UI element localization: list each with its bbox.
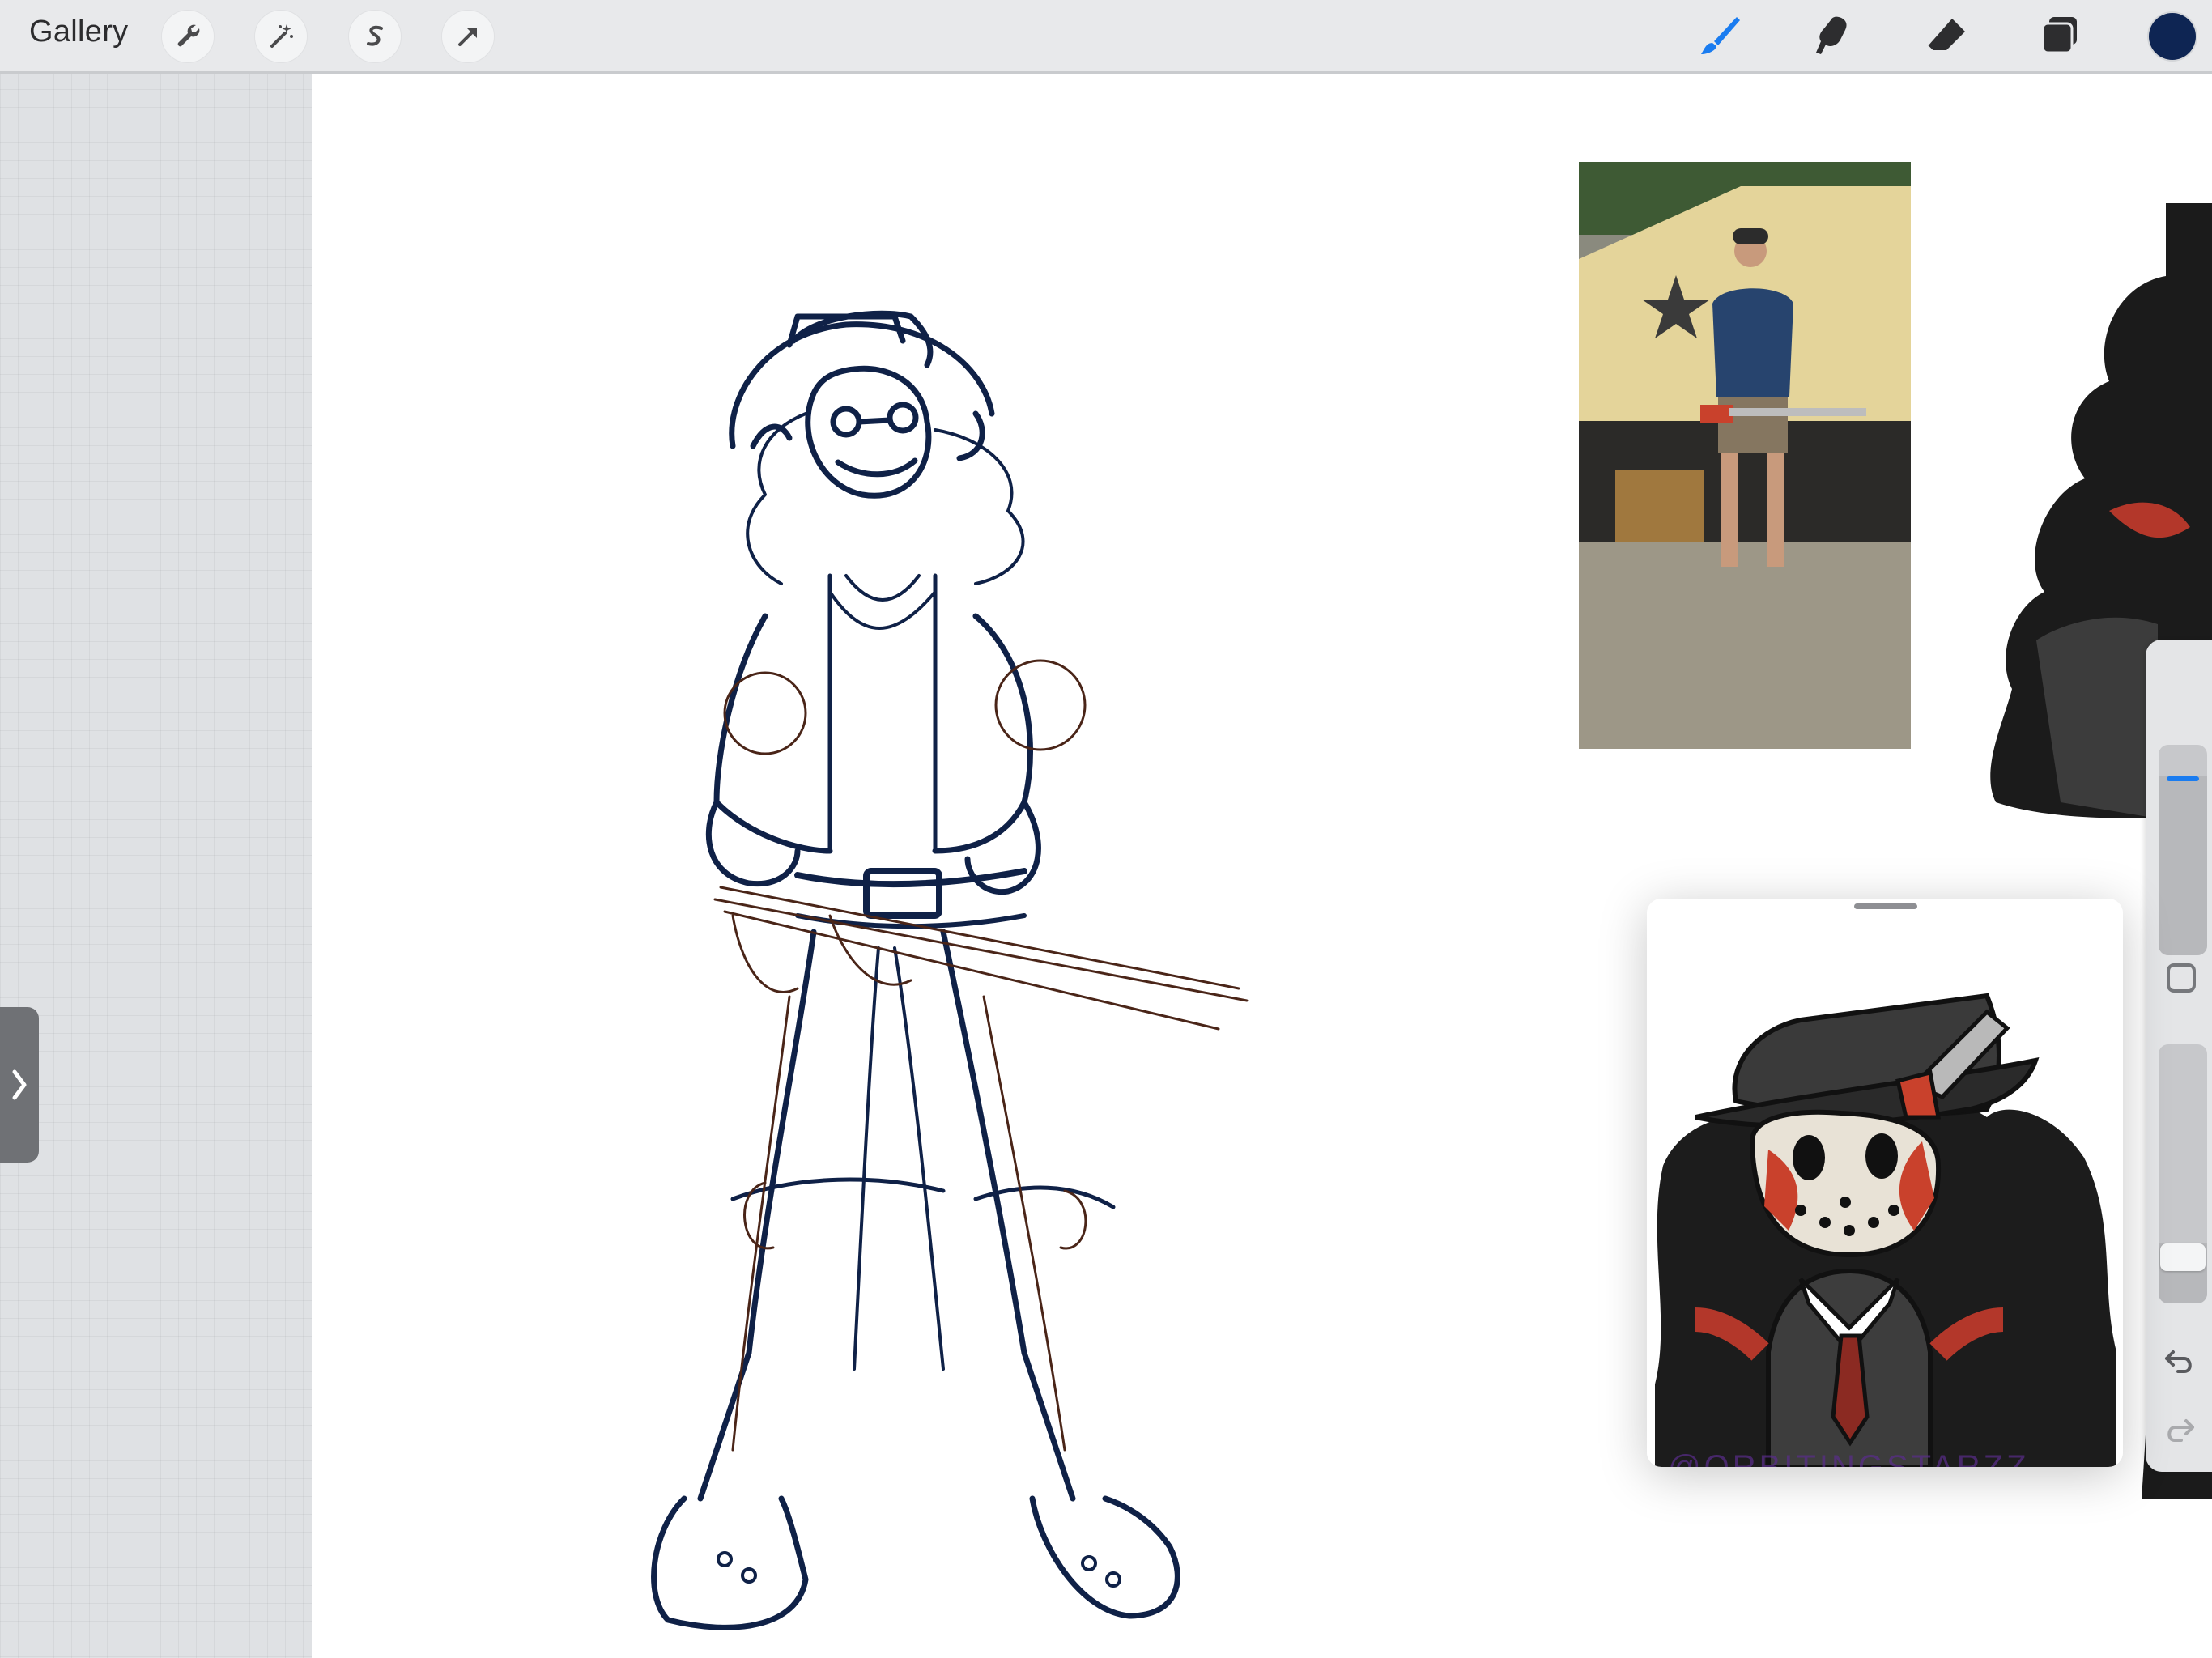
layers-button[interactable] [2032,8,2087,63]
reference-photo-image [1579,162,1911,749]
watermark-text: @ORBITINGSTARZZ [1668,1449,2030,1467]
photo-reference [1579,162,1911,749]
adjustments-button[interactable] [254,10,308,63]
smudge-tool-button[interactable] [1806,8,1861,63]
wrench-icon [177,24,200,47]
color-picker-button[interactable] [2149,13,2196,60]
transform-button[interactable] [441,10,495,63]
redo-arrow-icon[interactable] [2162,1413,2197,1448]
selection-icon [367,25,383,46]
top-toolbar: Gallery [0,0,2212,74]
eraser-tool-button[interactable] [1919,8,1974,63]
undo-arrow-icon[interactable] [2162,1344,2197,1380]
chevron-right-icon [12,1069,27,1100]
procreate-app: Gallery @ORBITINGSTARZZ [0,0,2212,1658]
brush-opacity-slider[interactable] [2159,1044,2207,1303]
magic-wand-icon [270,24,293,48]
sidebar-collapse-tab[interactable] [0,1007,39,1163]
brush-size-thumb[interactable] [2167,776,2199,781]
window-drag-handle[interactable] [1854,903,1917,909]
brush-tool-button[interactable] [1692,8,1747,63]
brush-icon [1701,17,1740,54]
smudge-icon [1816,16,1847,54]
brush-size-slider[interactable] [2159,745,2207,955]
transform-arrow-icon [458,28,477,46]
brush-opacity-thumb[interactable] [2160,1244,2206,1272]
brush-sidebar [2146,640,2212,1472]
actions-button[interactable] [161,10,215,63]
brush-size-fill [2159,776,2207,955]
reference-character-image [1647,899,2123,1467]
layers-icon [2041,17,2077,54]
selection-button[interactable] [348,10,402,63]
reference-window[interactable]: @ORBITINGSTARZZ [1647,899,2123,1467]
modify-button[interactable] [2167,963,2196,993]
gallery-button[interactable]: Gallery [29,15,128,49]
eraser-icon [1927,19,1965,52]
